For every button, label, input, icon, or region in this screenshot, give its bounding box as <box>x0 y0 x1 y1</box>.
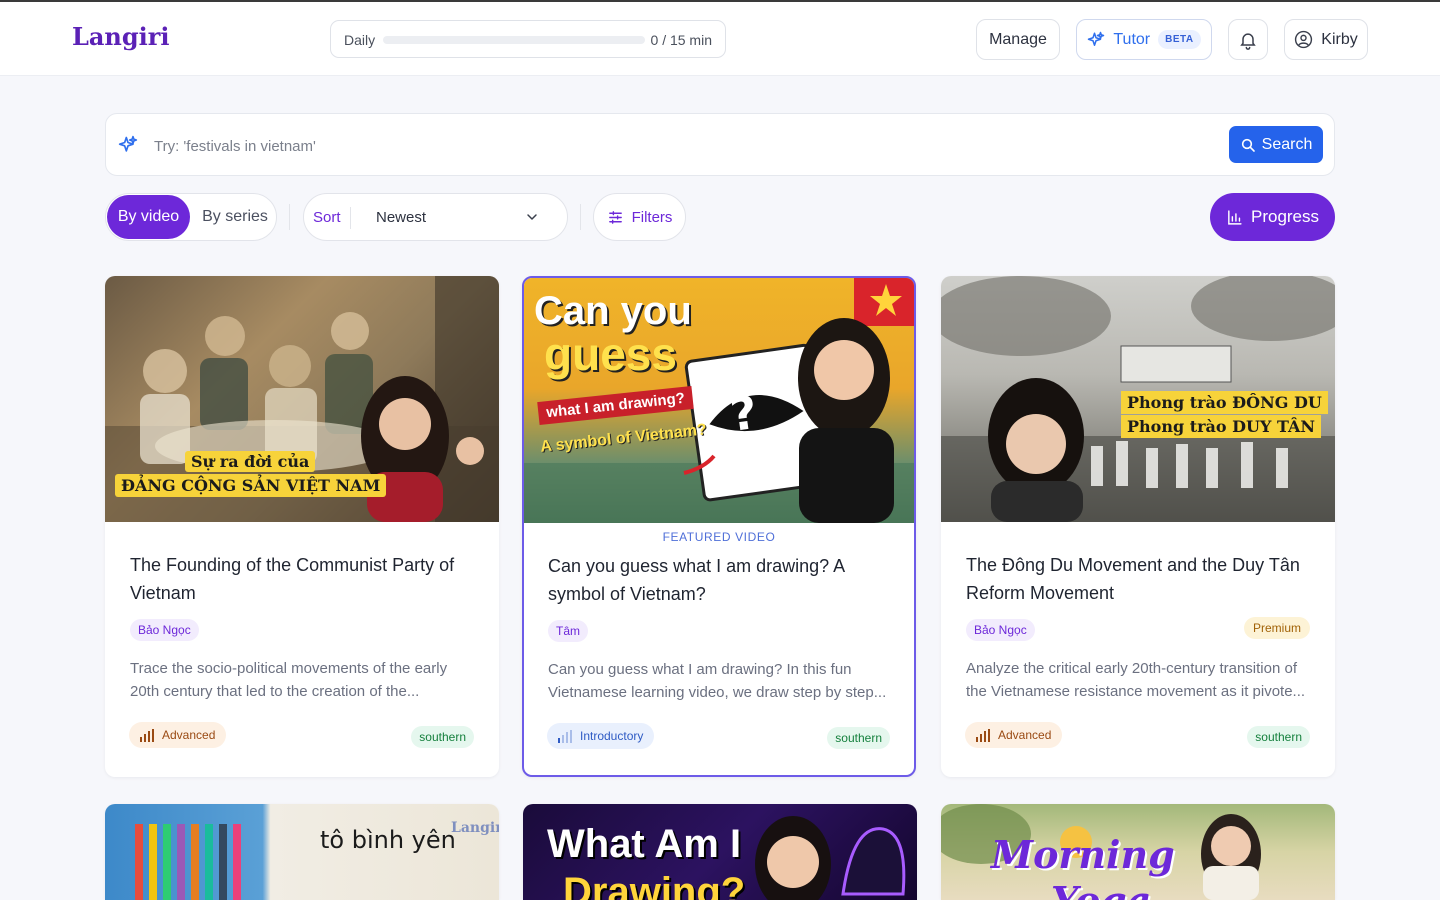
level-label: Advanced <box>162 728 216 742</box>
level-badge: Advanced <box>965 722 1063 748</box>
signal-bars-icon <box>140 728 154 742</box>
thumbnail-caption: Phong trào ĐÔNG DU <box>1121 391 1328 414</box>
level-badge: Introductory <box>547 723 655 749</box>
search-bar: Search <box>105 113 1335 176</box>
toolbar-divider <box>289 204 290 230</box>
video-thumbnail[interactable]: What Am I Drawing? <box>523 804 917 900</box>
thumbnail-caption: What Am I <box>547 822 742 866</box>
view-by-video-tab[interactable]: By video <box>107 195 190 239</box>
thumbnail-caption: ĐẢNG CỘNG SẢN VIỆT NAM <box>115 474 387 497</box>
thumbnail-caption: tô bình yên <box>320 826 456 854</box>
video-card[interactable]: Phong trào ĐÔNG DU Phong trào DUY TÂN Th… <box>941 276 1335 777</box>
thumbnail-caption: Langiri <box>451 820 499 836</box>
view-toggle: By video By series <box>105 193 277 241</box>
region-tag: southern <box>411 726 474 748</box>
daily-goal-value: 0 / 15 min <box>650 32 712 48</box>
tutor-button[interactable]: Tutor BETA <box>1076 19 1212 60</box>
premium-badge: Premium <box>1243 617 1310 639</box>
daily-goal-progress-bar <box>383 36 645 44</box>
sparkle-icon <box>1088 31 1105 46</box>
region-tag: southern <box>827 727 890 749</box>
video-description: Trace the socio-political movements of t… <box>130 660 448 700</box>
beta-badge: BETA <box>1158 30 1201 49</box>
author-tag[interactable]: Bảo Ngọc <box>130 619 199 641</box>
chevron-down-icon <box>527 214 537 220</box>
thumbnail-caption: guess <box>544 328 677 380</box>
bar-chart-icon <box>1228 209 1242 225</box>
thumbnail-caption: Drawing? <box>563 870 746 900</box>
bell-icon <box>1240 32 1256 50</box>
video-title[interactable]: The Founding of the Communist Party of V… <box>130 551 470 607</box>
video-card[interactable]: Morning Yoga <box>941 804 1335 900</box>
user-menu-button[interactable]: Kirby <box>1284 19 1368 60</box>
progress-button-label: Progress <box>1250 207 1320 226</box>
level-badge: Advanced <box>129 722 227 748</box>
video-card[interactable]: Sự ra đời của ĐẢNG CỘNG SẢN VIỆT NAM The… <box>105 276 499 777</box>
user-name: Kirby <box>1321 30 1358 48</box>
thumbnail-caption: Sự ra đời của <box>185 451 316 472</box>
video-title[interactable]: Can you guess what I am drawing? A symbo… <box>548 552 888 608</box>
user-avatar-icon <box>1295 30 1313 49</box>
daily-goal-widget[interactable]: Daily 0 / 15 min <box>330 20 726 58</box>
search-icon <box>1241 138 1255 152</box>
video-description: Can you guess what I am drawing? In this… <box>548 661 887 701</box>
region-tag: southern <box>1247 726 1310 748</box>
video-card-featured[interactable]: ? Can you guess what I am drawing? A sym… <box>522 276 916 777</box>
filters-button[interactable]: Filters <box>593 193 686 241</box>
notifications-button[interactable] <box>1228 19 1268 60</box>
signal-bars-icon <box>558 729 572 743</box>
video-thumbnail[interactable]: Morning Yoga <box>941 804 1335 900</box>
author-tag[interactable]: Bảo Ngọc <box>966 619 1035 641</box>
thumbnail-caption: Can you <box>534 289 692 333</box>
thumbnail-caption: Phong trào DUY TÂN <box>1121 415 1322 438</box>
video-thumbnail[interactable]: Sự ra đời của ĐẢNG CỘNG SẢN VIỆT NAM <box>105 276 499 522</box>
level-label: Introductory <box>580 729 644 743</box>
search-button-label: Search <box>1261 135 1313 153</box>
signal-bars-icon <box>976 728 990 742</box>
video-thumbnail[interactable]: Phong trào ĐÔNG DU Phong trào DUY TÂN <box>941 276 1335 522</box>
video-card[interactable]: tô bình yên Langiri <box>105 804 499 900</box>
sparkle-icon <box>118 135 138 152</box>
search-button[interactable]: Search <box>1229 126 1323 163</box>
progress-button[interactable]: Progress <box>1210 193 1335 241</box>
sort-label: Sort <box>313 209 341 226</box>
sort-divider <box>350 207 351 229</box>
filters-button-label: Filters <box>631 208 673 226</box>
app-header: Langiri Daily 0 / 15 min Manage Tutor BE… <box>0 2 1440 76</box>
daily-goal-label: Daily <box>344 32 376 48</box>
view-by-series-tab[interactable]: By series <box>194 195 276 239</box>
video-title[interactable]: The Đông Du Movement and the Duy Tân Ref… <box>966 551 1306 607</box>
manage-button[interactable]: Manage <box>976 19 1060 60</box>
tutor-button-label: Tutor <box>1113 30 1151 48</box>
level-label: Advanced <box>998 728 1052 742</box>
sliders-icon <box>608 210 622 224</box>
app-logo[interactable]: Langiri <box>72 22 170 51</box>
search-input[interactable] <box>154 134 1214 158</box>
thumbnail-caption: Yoga <box>1051 878 1151 900</box>
author-tag[interactable]: Tâm <box>548 620 588 642</box>
manage-button-label: Manage <box>989 30 1047 48</box>
sort-selected-value: Newest <box>376 209 427 226</box>
toolbar-divider <box>580 204 581 230</box>
video-thumbnail[interactable]: ? Can you guess what I am drawing? A sym… <box>524 278 914 523</box>
sort-dropdown[interactable]: Sort Newest <box>303 193 568 241</box>
video-thumbnail[interactable]: tô bình yên Langiri <box>105 804 499 900</box>
featured-video-label: FEATURED VIDEO <box>662 530 776 544</box>
video-description: Analyze the critical early 20th-century … <box>966 660 1306 700</box>
thumbnail-caption: Morning <box>991 832 1175 877</box>
video-card[interactable]: What Am I Drawing? <box>523 804 917 900</box>
